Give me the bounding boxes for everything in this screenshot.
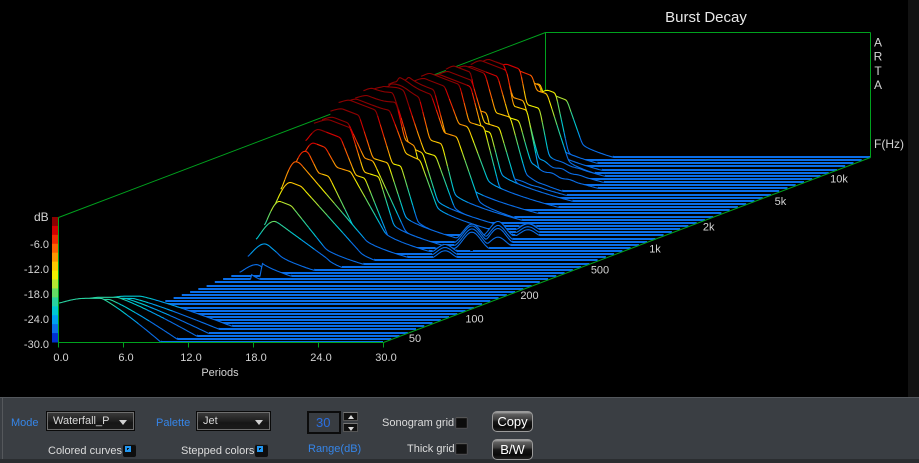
svg-text:A: A — [874, 78, 882, 92]
svg-text:6.0: 6.0 — [118, 352, 133, 364]
svg-text:-24.0: -24.0 — [24, 314, 49, 326]
svg-text:200: 200 — [520, 290, 538, 302]
svg-text:1k: 1k — [649, 244, 661, 256]
svg-text:F(Hz): F(Hz) — [874, 137, 904, 151]
svg-text:5k: 5k — [775, 196, 787, 208]
svg-text:Periods: Periods — [201, 367, 239, 379]
svg-text:50: 50 — [409, 333, 421, 345]
svg-text:30.0: 30.0 — [375, 352, 396, 364]
svg-text:12.0: 12.0 — [180, 352, 201, 364]
svg-text:-6.0: -6.0 — [30, 239, 49, 251]
svg-text:0.0: 0.0 — [53, 352, 68, 364]
svg-text:2k: 2k — [703, 222, 715, 234]
svg-text:dB: dB — [34, 210, 49, 224]
svg-text:-30.0: -30.0 — [24, 339, 49, 351]
svg-text:-18.0: -18.0 — [24, 289, 49, 301]
svg-text:-12.0: -12.0 — [24, 264, 49, 276]
svg-text:24.0: 24.0 — [310, 352, 331, 364]
svg-text:T: T — [874, 64, 882, 78]
svg-text:R: R — [874, 50, 883, 64]
svg-text:A: A — [874, 36, 882, 50]
svg-text:100: 100 — [465, 314, 483, 326]
svg-text:500: 500 — [591, 265, 609, 277]
svg-text:18.0: 18.0 — [245, 352, 266, 364]
svg-text:Burst Decay: Burst Decay — [665, 9, 747, 26]
svg-text:10k: 10k — [830, 174, 848, 186]
